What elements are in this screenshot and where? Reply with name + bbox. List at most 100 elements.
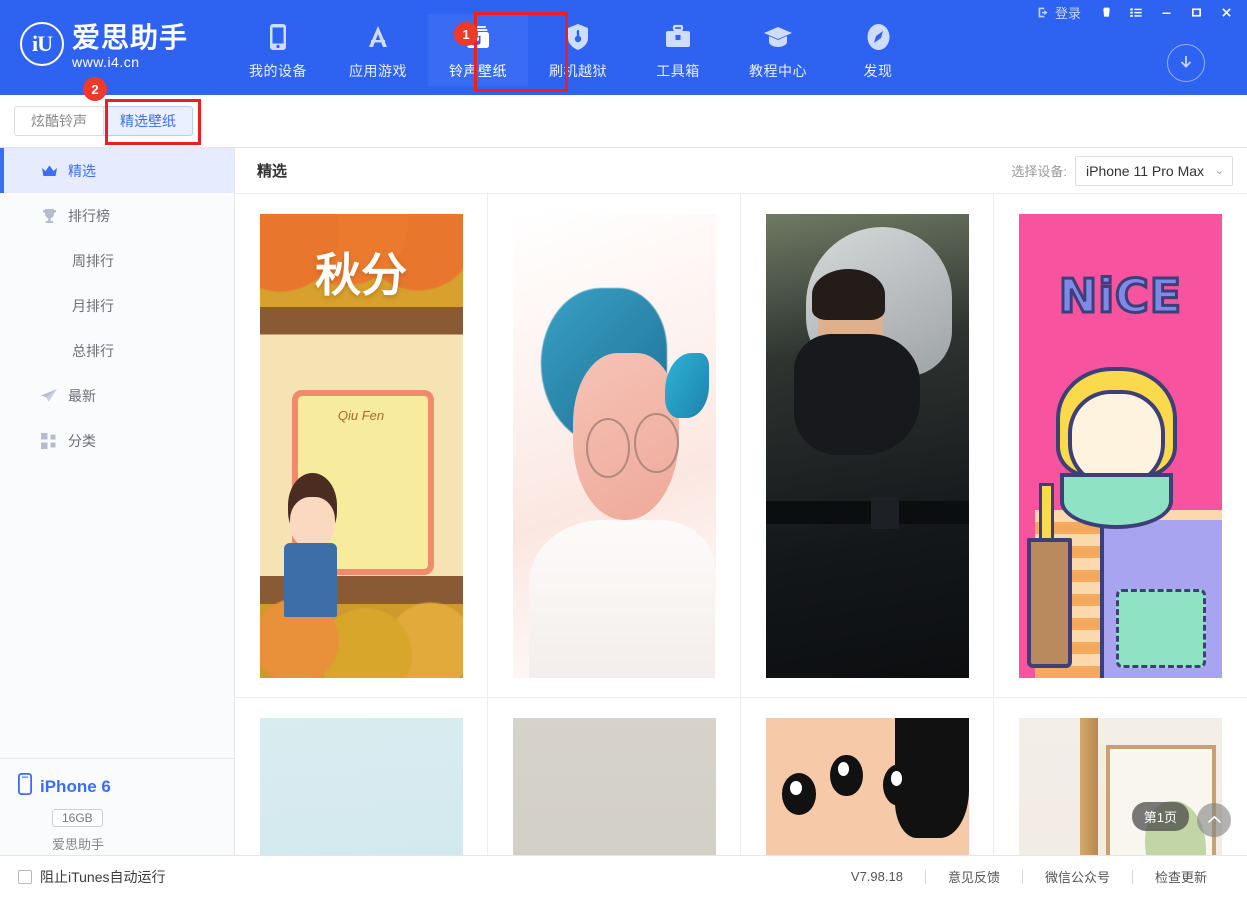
wallpaper-art [1080,718,1098,856]
download-arrow-icon [1176,53,1196,73]
trophy-icon [40,208,58,224]
wallpaper-thumbnail[interactable] [766,214,969,678]
wallpaper-art [812,269,885,320]
wallpaper-art [794,334,920,455]
sidebar-item-label: 总排行 [72,341,114,361]
device-select-label: 选择设备: [1011,161,1067,180]
flash-icon [566,22,590,52]
sidebar: 精选 排行榜 周排行 月排行 总排行 最新 分类 [0,148,235,855]
wallpaper-art [290,497,335,548]
status-bar: 阻止iTunes自动运行 V7.98.18 意见反馈 微信公众号 检查更新 [0,855,1247,897]
login-icon [1037,6,1050,19]
sidebar-item-label: 精选 [68,161,96,181]
download-manager-button[interactable] [1167,44,1205,82]
nav-item-ringtone-wallpaper[interactable]: 铃声壁纸 [428,14,528,86]
logo-mark-icon: iU [20,22,64,66]
nav-label: 发现 [864,61,893,81]
nav-item-toolbox[interactable]: 工具箱 [628,14,728,86]
crown-icon [40,164,58,178]
grid-icon [40,433,58,449]
wallpaper-art [883,764,915,806]
block-itunes-checkbox[interactable] [18,870,32,884]
brand-name: 爱思助手 [72,23,188,53]
annotation-badge-1: 1 [454,22,478,46]
wechat-link[interactable]: 微信公众号 [1023,867,1132,886]
block-itunes-label: 阻止iTunes自动运行 [40,867,166,887]
nav-item-tutorial-center[interactable]: 教程中心 [728,14,828,86]
wallpaper-art [1116,589,1205,668]
sidebar-item-featured[interactable]: 精选 [0,148,234,193]
device-selector: 选择设备: iPhone 11 Pro Max ⌄ [1011,156,1233,186]
app-logo[interactable]: iU 爱思助手 www.i4.cn [20,22,188,71]
wallpaper-thumbnail[interactable] [513,214,716,678]
wallpaper-art [634,413,679,473]
nav-item-discover[interactable]: 发现 [828,14,928,86]
wallpaper-subtitle-text: Qiu Fen [260,408,463,423]
skin-icon[interactable] [1091,1,1121,23]
appstore-icon [364,22,392,52]
compass-icon [865,22,892,52]
wallpaper-thumbnail[interactable]: NiCE [1019,214,1222,678]
wallpaper-thumbnail[interactable] [513,718,716,856]
nav-item-apps-games[interactable]: 应用游戏 [328,14,428,86]
maximize-icon[interactable] [1181,1,1211,23]
wallpaper-grid: 秋分 Qiu Fen [235,194,1247,855]
wallpaper-art [529,520,716,678]
connected-device-panel[interactable]: iPhone 6 16GB 爱思助手 [0,758,234,855]
sidebar-item-total-ranking[interactable]: 总排行 [0,328,234,373]
wallpaper-cell[interactable] [741,698,994,855]
device-select-dropdown[interactable]: iPhone 11 Pro Max ⌄ [1075,156,1233,186]
block-itunes-checkbox-row[interactable]: 阻止iTunes自动运行 [18,867,166,887]
minimize-icon[interactable] [1151,1,1181,23]
feedback-link[interactable]: 意见反馈 [926,867,1022,886]
scroll-to-top-button[interactable] [1197,803,1231,837]
chevron-up-icon [1207,814,1222,826]
chevron-down-icon: ⌄ [1215,164,1224,177]
wallpaper-cell[interactable] [741,194,994,698]
wallpaper-art [782,773,817,815]
phone-small-icon [18,773,32,800]
wallpaper-art [1060,473,1174,529]
sidebar-item-label: 最新 [68,386,96,406]
wallpaper-cell[interactable]: 秋分 Qiu Fen [235,194,488,698]
sub-toolbar: 炫酷铃声 精选壁纸 如何设置壁纸? [0,95,1247,148]
content-header: 精选 选择设备: iPhone 11 Pro Max ⌄ [235,148,1247,194]
wallpaper-cell[interactable] [488,698,741,855]
menu-icon[interactable] [1121,1,1151,23]
sidebar-item-month-ranking[interactable]: 月排行 [0,283,234,328]
plane-icon [40,388,58,404]
tab-featured-wallpaper[interactable]: 精选壁纸 [104,106,193,136]
page-indicator: 第1页 [1132,802,1189,831]
device-capacity-badge: 16GB [52,809,103,827]
wallpaper-cell[interactable]: NiCE [994,194,1247,698]
tab-cool-ringtones[interactable]: 炫酷铃声 [14,106,104,136]
sidebar-item-label: 排行榜 [68,206,110,226]
close-icon[interactable] [1211,1,1241,23]
wallpaper-art [284,543,337,617]
wallpaper-cell[interactable] [235,698,488,855]
annotation-badge-2: 2 [83,77,107,101]
nav-label: 铃声壁纸 [449,61,507,81]
wallpaper-art [665,353,710,418]
check-update-link[interactable]: 检查更新 [1133,867,1229,886]
sidebar-item-ranking[interactable]: 排行榜 [0,193,234,238]
wallpaper-cell[interactable] [488,194,741,698]
wallpaper-thumbnail[interactable] [1019,718,1222,856]
app-version: V7.98.18 [829,869,925,884]
wallpaper-art [1027,538,1072,668]
nav-label: 我的设备 [249,61,307,81]
sidebar-item-newest[interactable]: 最新 [0,373,234,418]
app-header: 登录 iU [0,0,1247,95]
sidebar-item-label: 周排行 [72,251,114,271]
wallpaper-thumbnail[interactable] [766,718,969,856]
nav-item-my-device[interactable]: 我的设备 [228,14,328,86]
sidebar-item-week-ranking[interactable]: 周排行 [0,238,234,283]
login-button[interactable]: 登录 [1033,0,1091,24]
sidebar-item-category[interactable]: 分类 [0,418,234,463]
wallpaper-art [766,501,969,524]
device-select-value: iPhone 11 Pro Max [1086,163,1204,179]
nav-item-flash-jailbreak[interactable]: 刷机越狱 [528,14,628,86]
wallpaper-art [830,755,862,797]
wallpaper-thumbnail[interactable]: 秋分 Qiu Fen [260,214,463,678]
wallpaper-thumbnail[interactable] [260,718,463,856]
